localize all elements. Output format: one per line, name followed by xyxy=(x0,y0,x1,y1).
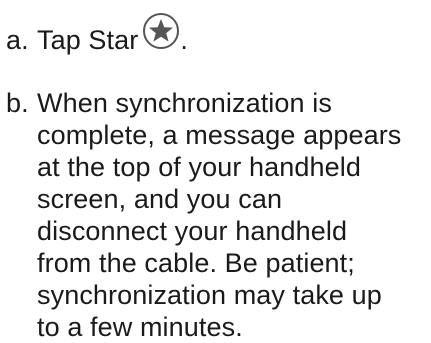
step-b: b. When synchronization is complete, a m… xyxy=(6,87,426,343)
step-b-marker: b. xyxy=(6,88,29,118)
step-a-text: Tap Star xyxy=(37,25,139,55)
step-a: a. Tap Star . xyxy=(6,12,188,56)
step-a-marker: a. xyxy=(6,25,29,55)
step-a-period: . xyxy=(180,25,188,55)
star-icon xyxy=(142,12,180,50)
step-b-text: When synchronization is complete, a mess… xyxy=(37,88,402,342)
